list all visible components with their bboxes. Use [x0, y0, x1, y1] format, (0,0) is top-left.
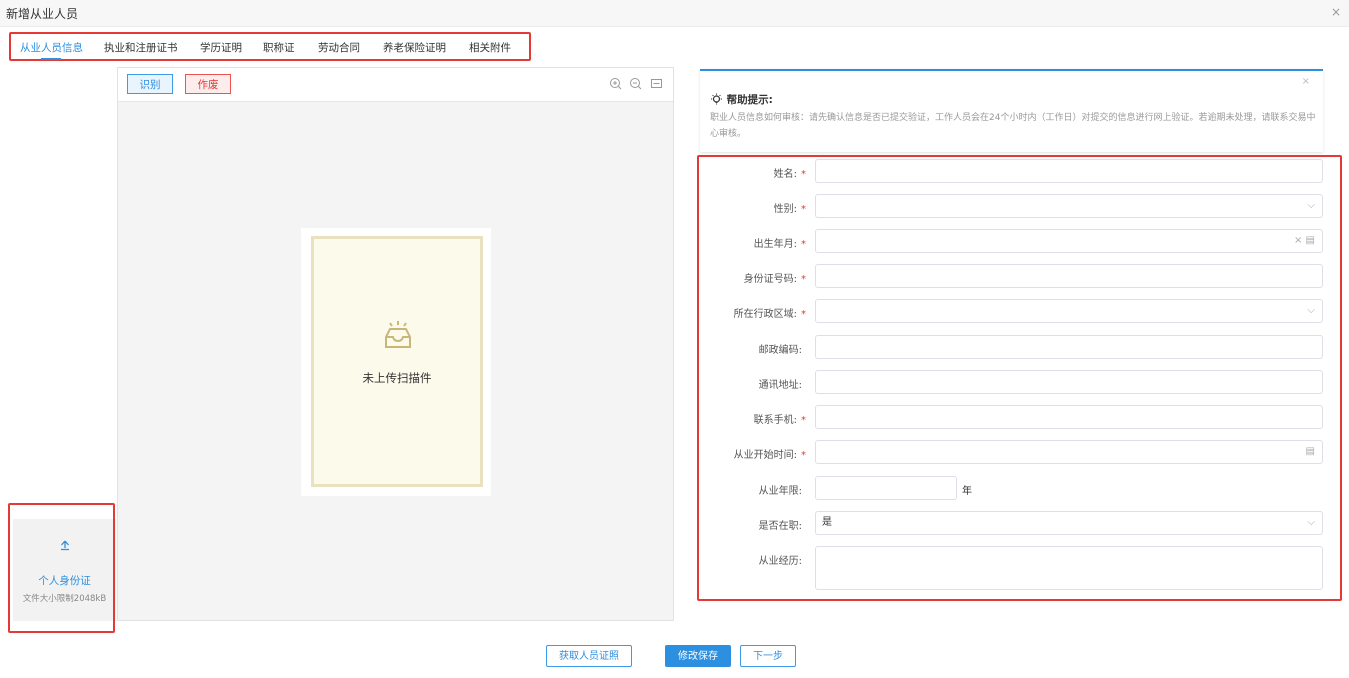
field-label-birth-date: 出生年月: *: [753, 239, 806, 250]
chevron-down-icon: ⌵: [1307, 305, 1315, 316]
birth-date-picker[interactable]: × ▤: [815, 229, 1323, 253]
field-label-name: 姓名: *: [773, 169, 806, 180]
field-label-id-number: 身份证号码: *: [743, 274, 806, 285]
help-tip: × 帮助提示: 职业人员信息如何审核：请先确认信息是否已提交验证，工作人员会在2…: [700, 69, 1323, 152]
zoom-out-icon[interactable]: [629, 77, 642, 90]
tab-pension-proof[interactable]: 养老保险证明: [383, 40, 446, 55]
tab-labor-contract[interactable]: 劳动合同: [318, 40, 360, 55]
void-button[interactable]: 作废: [185, 74, 231, 94]
scan-placeholder-card: 未上传扫描件: [301, 228, 491, 496]
viewer-toolbar: 识别 作废: [118, 68, 673, 102]
gender-select[interactable]: ⌵: [815, 194, 1323, 218]
field-label-region: 所在行政区域: *: [733, 309, 806, 320]
next-step-button[interactable]: 下一步: [740, 645, 796, 667]
experience-textarea[interactable]: [815, 546, 1323, 590]
help-title-text: 帮助提示:: [726, 94, 773, 106]
mobile-input[interactable]: [815, 405, 1323, 429]
help-close-icon[interactable]: ×: [1302, 76, 1310, 87]
field-label-employed: 是否在职:: [758, 521, 802, 532]
name-input[interactable]: [815, 159, 1323, 183]
save-button[interactable]: 修改保存: [665, 645, 731, 667]
active-tab-indicator: [41, 58, 61, 60]
years-unit: 年: [962, 486, 972, 497]
chevron-down-icon: ⌵: [1307, 517, 1315, 528]
lightbulb-icon: [711, 93, 722, 105]
empty-scan-text: 未上传扫描件: [362, 371, 432, 385]
calendar-icon[interactable]: ▤: [1306, 441, 1315, 463]
address-input[interactable]: [815, 370, 1323, 394]
empty-inbox-icon: [385, 321, 411, 348]
field-label-years: 从业年限:: [758, 486, 802, 497]
tab-attachments[interactable]: 相关附件: [469, 40, 511, 55]
field-label-postcode: 邮政编码:: [758, 345, 802, 356]
chevron-down-icon: ⌵: [1307, 200, 1315, 211]
close-icon[interactable]: ×: [1331, 5, 1341, 19]
help-title: 帮助提示:: [710, 92, 773, 107]
field-label-mobile: 联系手机: *: [753, 415, 806, 426]
postcode-input[interactable]: [815, 335, 1323, 359]
tab-practice-certificate[interactable]: 执业和注册证书: [104, 40, 178, 55]
dialog-titlebar: 新增从业人员 ×: [0, 0, 1349, 27]
tab-education-proof[interactable]: 学历证明: [200, 40, 242, 55]
scan-viewer: 识别 作废 未上传扫描件: [117, 67, 674, 621]
upload-highlight-box: [8, 503, 115, 633]
identify-button[interactable]: 识别: [127, 74, 173, 94]
id-number-input[interactable]: [815, 264, 1323, 288]
field-label-start-date: 从业开始时间: *: [733, 450, 806, 461]
scan-placeholder: 未上传扫描件: [311, 236, 483, 487]
zoom-in-icon[interactable]: [609, 77, 622, 90]
dialog-title: 新增从业人员: [6, 7, 79, 21]
region-select[interactable]: ⌵: [815, 299, 1323, 323]
start-date-picker[interactable]: ▤: [815, 440, 1323, 464]
years-input[interactable]: [815, 476, 957, 500]
tab-personnel-info[interactable]: 从业人员信息: [20, 40, 83, 55]
fit-screen-icon[interactable]: [650, 77, 663, 90]
employed-select[interactable]: 是 ⌵: [815, 511, 1323, 535]
field-label-experience: 从业经历:: [758, 556, 802, 567]
tab-title-certificate[interactable]: 职称证: [263, 40, 295, 55]
get-cert-button[interactable]: 获取人员证照: [546, 645, 632, 667]
field-label-address: 通讯地址:: [758, 380, 802, 391]
clear-calendar-icon[interactable]: × ▤: [1294, 230, 1315, 252]
help-text: 职业人员信息如何审核：请先确认信息是否已提交验证，工作人员会在24个小时内（工作…: [710, 113, 1316, 139]
field-label-gender: 性别: *: [773, 204, 806, 215]
